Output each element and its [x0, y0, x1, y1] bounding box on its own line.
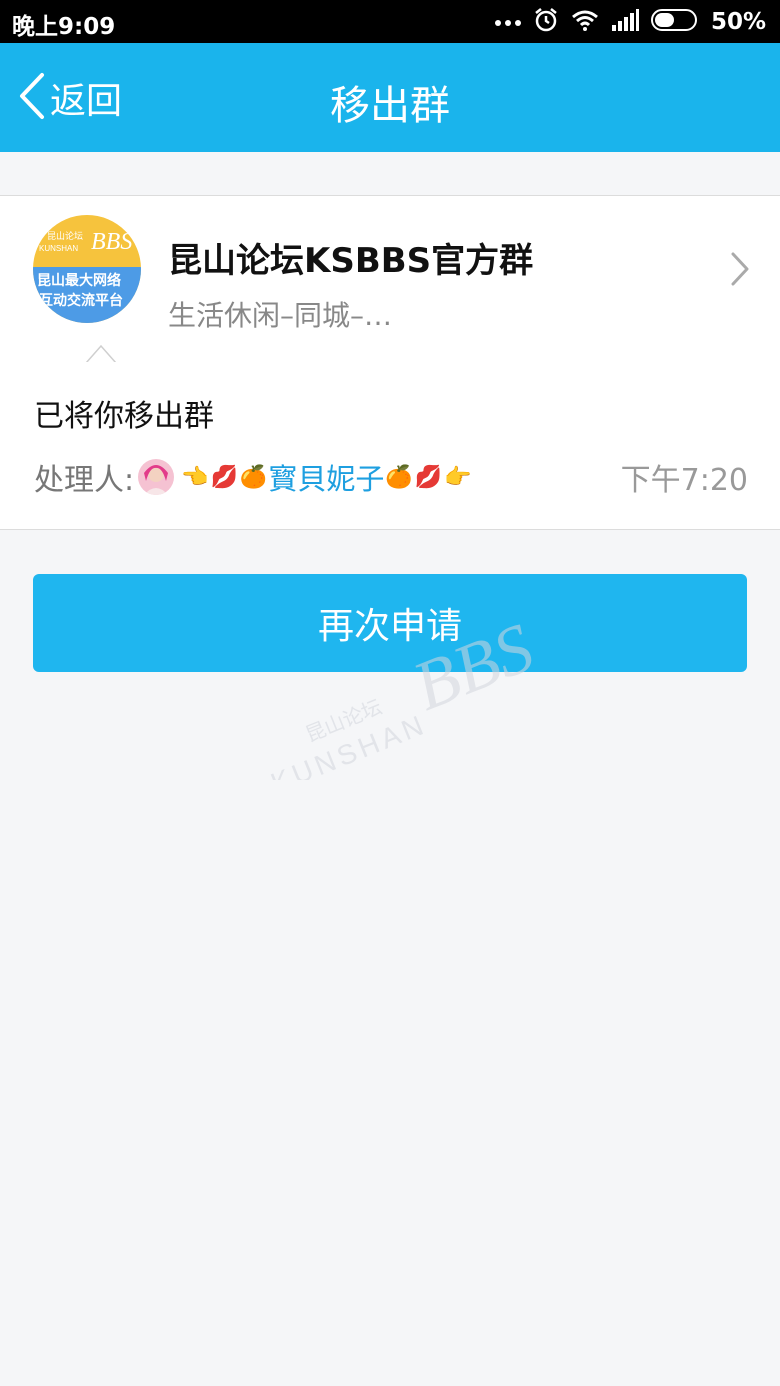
group-avatar: 昆山论坛 KUNSHAN BBS 昆山最大网络 互动交流平台 [33, 215, 141, 323]
removal-time: 下午7:20 [620, 463, 748, 498]
watermark-cn: 昆山论坛 [302, 695, 385, 747]
signal-icon [611, 8, 639, 35]
status-bar: 晚上9:09 50% [0, 0, 780, 43]
reapply-button[interactable]: 再次申请 [33, 574, 747, 672]
status-time: 晚上9:09 [12, 14, 116, 40]
removal-message: 已将你移出群 [34, 399, 214, 434]
handler-name: 寳貝妮子 [268, 462, 385, 496]
group-name: 昆山论坛KSBBS官方群 [168, 241, 534, 281]
group-card[interactable]: 昆山论坛 KUNSHAN BBS 昆山最大网络 互动交流平台 昆山论坛KSBBS… [0, 195, 780, 364]
page-title: 移出群 [330, 83, 450, 129]
chevron-right-icon [730, 251, 750, 291]
handler-avatar[interactable] [138, 459, 175, 495]
handler-name-link[interactable]: 👈 💋 🍊 寳貝妮子 🍊 💋 👉 [180, 456, 472, 498]
title-bar: 返回 移出群 [0, 43, 780, 152]
avatar-brand-en: KUNSHAN [39, 244, 78, 253]
status-icons: 50% [483, 5, 766, 38]
group-category: 生活休闲–同城–… [168, 299, 393, 332]
alarm-icon [533, 7, 559, 37]
avatar-line1: 昆山最大网络 [37, 272, 121, 289]
pointing-right-icon: 👉 [444, 464, 472, 490]
avatar-brand-small: 昆山论坛 [47, 230, 83, 241]
notice-section: 已将你移出群 处理人: 👈 💋 🍊 寳貝妮子 🍊 💋 👉 下午7:20 [0, 363, 780, 530]
avatar-brand-big: BBS [91, 229, 132, 255]
card-pointer [85, 342, 117, 364]
orange-icon: 🍊 [385, 464, 413, 490]
lips-icon: 💋 [414, 464, 443, 490]
battery-percent: 50% [710, 8, 766, 35]
pointing-left-icon: 👈 [181, 464, 209, 490]
handler-row: 处理人: 👈 💋 🍊 寳貝妮子 🍊 💋 👉 下午7:20 [34, 456, 748, 498]
watermark-en: KUNSHAN [267, 708, 432, 780]
avatar-line2: 互动交流平台 [39, 292, 123, 309]
handler-label: 处理人: [34, 463, 135, 498]
battery-icon [650, 8, 699, 35]
wifi-icon [571, 9, 599, 35]
orange-icon: 🍊 [239, 464, 268, 490]
lips-icon: 💋 [210, 464, 238, 490]
more-dots-icon [494, 12, 521, 31]
